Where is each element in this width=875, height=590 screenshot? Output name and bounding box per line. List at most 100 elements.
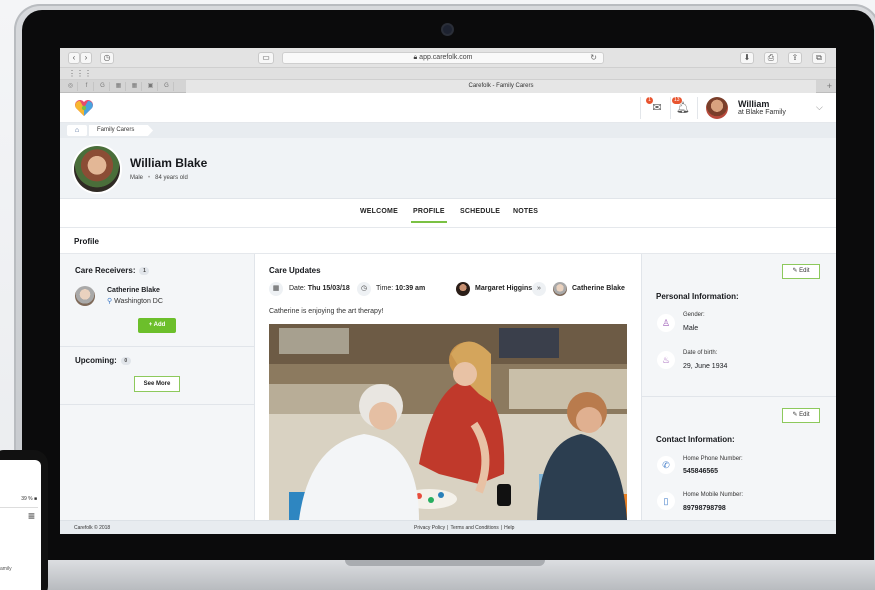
user-name[interactable]: William	[738, 99, 769, 109]
dob-label: Date of birth:	[683, 350, 718, 356]
active-tab[interactable]: Carefolk - Family Carers	[186, 80, 816, 93]
to-person[interactable]: Catherine Blake	[572, 285, 625, 292]
grid-icon[interactable]: ⋮⋮⋮	[68, 69, 92, 78]
catherine-avatar[interactable]	[553, 282, 567, 296]
edit-personal-button[interactable]: ✎ Edit	[782, 264, 820, 279]
cake-icon: ♨	[657, 351, 675, 369]
care-update-photo[interactable]	[269, 324, 627, 520]
care-updates-panel: Care Updates ▦ Date: Thu 15/03/18 ◷ Time…	[255, 254, 641, 520]
reader-icon[interactable]: ▭	[258, 52, 274, 64]
carefolk-logo[interactable]	[74, 99, 94, 117]
personal-info-title: Personal Information:	[656, 292, 739, 301]
clock-icon: ◷	[357, 282, 371, 296]
copyright: Carefolk © 2018	[74, 525, 111, 531]
phone-divider	[0, 507, 38, 508]
receiver-location-text: Washington DC	[114, 298, 163, 305]
edit-label: Edit	[799, 268, 810, 274]
terms-link[interactable]: Terms and Conditions	[450, 525, 498, 531]
gender-value: Male	[683, 325, 699, 332]
app-screen: ‹ › ◷ ▭ 🔒︎ app.carefolk.com ↻ ⬇ ⎙ ⇪ ⧉ ⋮⋮…	[60, 48, 836, 534]
home-icon[interactable]: ⌂	[67, 125, 87, 136]
upcoming-count: 0	[120, 356, 131, 365]
tab-profile[interactable]: PROFILE	[411, 208, 447, 223]
margaret-avatar[interactable]	[456, 282, 470, 296]
add-receiver-button[interactable]: + Add	[138, 318, 176, 333]
double-chevron-icon: »	[532, 282, 546, 296]
right-panel: ✎ Edit Personal Information: ♙ Gender: M…	[641, 254, 836, 520]
time-text: Time: 10:39 am	[376, 285, 425, 292]
pencil-icon: ✎	[792, 268, 798, 274]
user-avatar[interactable]	[706, 97, 728, 119]
hamburger-icon[interactable]: ≡	[28, 510, 35, 522]
upcoming-heading: Upcoming: 0	[75, 356, 131, 365]
forward-icon[interactable]: ›	[80, 52, 92, 64]
care-receivers-count: 1	[139, 266, 150, 275]
time-value: 10:39 am	[395, 285, 426, 292]
notifications-badge: 13	[672, 97, 682, 104]
pinned-tab-google-2[interactable]: G	[160, 82, 174, 91]
art-therapy-photo	[269, 324, 627, 520]
contact-info-title: Contact Information:	[656, 435, 735, 444]
left-panel: Care Receivers: 1 Catherine Blake ⚲ Washin…	[60, 254, 255, 520]
bookmarks-bar: ⋮⋮⋮	[60, 68, 836, 80]
profile-gender: Male	[130, 175, 144, 181]
profile-meta: Male • 84 years old	[130, 175, 188, 181]
mail-icon[interactable]: ✉	[650, 101, 664, 115]
care-update-message: Catherine is enjoying the art therapy!	[269, 308, 384, 315]
tab-notes[interactable]: NOTES	[513, 208, 538, 215]
profile-age: 84 years old	[155, 175, 188, 181]
map-pin-icon: ⚲	[107, 298, 113, 305]
date-label: Date:	[289, 285, 306, 292]
print-icon[interactable]: ⎙	[764, 52, 778, 64]
dob-value: 29, June 1934	[683, 363, 728, 370]
breadcrumb: ⌂ Family Carers	[60, 123, 836, 138]
tabs-icon[interactable]: ⧉	[812, 52, 826, 64]
laptop-notch	[345, 560, 545, 566]
back-icon[interactable]: ‹	[68, 52, 80, 64]
pencil-icon: ✎	[792, 412, 798, 418]
footer-links: Privacy Policy | Terms and Conditions | Help	[414, 525, 515, 531]
header-separator	[697, 97, 698, 119]
reload-icon[interactable]: ↻	[590, 53, 597, 63]
person-icon: ♙	[657, 314, 675, 332]
edit-contact-button[interactable]: ✎ Edit	[782, 408, 820, 423]
download-icon[interactable]: ⬇	[740, 52, 754, 64]
pinned-tab-facebook[interactable]: f	[80, 82, 94, 91]
mobile-icon: ▯	[657, 492, 675, 510]
pinned-tab-google[interactable]: G	[96, 82, 110, 91]
profile-photo	[74, 146, 120, 192]
breadcrumb-family-carers[interactable]: Family Carers	[89, 125, 153, 136]
receiver-name[interactable]: Catherine Blake	[107, 287, 160, 294]
tab-welcome[interactable]: WELCOME	[360, 208, 398, 215]
app-footer: Carefolk © 2018 Privacy Policy | Terms and…	[60, 520, 836, 534]
gender-label: Gender:	[683, 312, 705, 318]
share-icon[interactable]: ⇪	[788, 52, 802, 64]
time-label: Time:	[376, 285, 394, 292]
edit-label: Edit	[799, 412, 810, 418]
tab-schedule[interactable]: SCHEDULE	[460, 208, 500, 215]
calendar-icon: ▦	[269, 282, 283, 296]
pinned-tab-instagram[interactable]: ◎	[64, 82, 78, 91]
see-more-button[interactable]: See More	[134, 376, 180, 392]
pinned-tab-4[interactable]: ▦	[128, 82, 142, 91]
chevron-down-icon[interactable]: ⌵	[816, 102, 823, 113]
phone-screen: 39 % ■ ≡ amily	[0, 460, 41, 590]
history-icon[interactable]: ◷	[100, 52, 114, 64]
messages-badge: 1	[646, 97, 653, 104]
privacy-link[interactable]: Privacy Policy	[414, 525, 445, 531]
phone-icon: ✆	[657, 456, 675, 474]
care-update-meta: ▦ Date: Thu 15/03/18 ◷ Time: 10:39 am Ma…	[269, 282, 629, 298]
phone-battery: 39 % ■	[21, 496, 37, 502]
from-person[interactable]: Margaret Higgins	[475, 285, 532, 292]
help-link[interactable]: Help	[504, 525, 514, 531]
address-bar[interactable]: 🔒︎ app.carefolk.com ↻	[282, 52, 604, 64]
mobile-label: Home Mobile Number:	[683, 492, 744, 498]
new-tab-icon[interactable]: +	[827, 81, 832, 91]
receiver-avatar[interactable]	[75, 286, 95, 306]
section-header: Profile	[60, 228, 836, 254]
home-phone-value[interactable]: 545846565	[683, 468, 718, 475]
pinned-tab-5[interactable]: ▣	[144, 82, 158, 91]
mobile-value[interactable]: 89798798798	[683, 505, 726, 512]
pinned-tab-3[interactable]: ▦	[112, 82, 126, 91]
section-title: Profile	[74, 237, 99, 246]
